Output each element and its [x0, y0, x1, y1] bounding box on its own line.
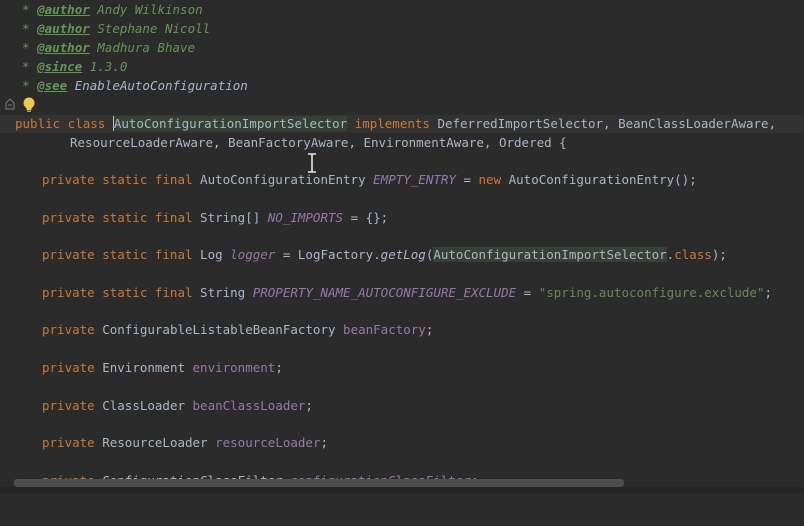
- javadoc-tag: @author: [37, 2, 90, 17]
- code-editor[interactable]: * @author Andy Wilkinson * @author Steph…: [0, 0, 804, 493]
- field-name: beanFactory: [343, 322, 426, 337]
- field-type: ClassLoader: [102, 398, 193, 413]
- modifiers: private static final: [42, 285, 201, 300]
- field-name: EMPTY_ENTRY: [373, 172, 456, 187]
- modifiers: private: [42, 322, 103, 337]
- javadoc-text: 1.3.0: [82, 59, 128, 74]
- code-punct: ;: [425, 322, 434, 337]
- javadoc-line: * @since 1.3.0: [22, 59, 128, 74]
- fold-icon[interactable]: [5, 98, 15, 110]
- code-punct: ;: [320, 435, 328, 450]
- field-type: ResourceLoader: [102, 435, 216, 450]
- modifiers: private static final: [42, 247, 201, 262]
- javadoc-line: * @author Stephane Nicoll: [22, 21, 211, 36]
- keyword-class: class: [674, 247, 712, 262]
- field-type: AutoConfigurationEntry: [200, 172, 374, 187]
- code-punct: ;: [305, 398, 313, 413]
- class-declaration-line-2: ResourceLoaderAware, BeanFactoryAware, E…: [0, 134, 567, 152]
- field-declaration: private static final String[] NO_IMPORTS…: [0, 209, 388, 227]
- javadoc-text: Madhura Bhave: [89, 40, 196, 55]
- class-declaration-line: public class AutoConfigurationImportSele…: [0, 115, 804, 133]
- javadoc-text: Stephane Nicoll: [89, 21, 211, 36]
- code-punct: = {};: [343, 210, 389, 225]
- field-name: logger: [230, 247, 276, 262]
- field-name: NO_IMPORTS: [267, 210, 344, 225]
- code-punct: AutoConfigurationEntry();: [501, 172, 697, 187]
- field-declaration: private static final String PROPERTY_NAM…: [0, 284, 772, 302]
- keyword-implements: implements: [347, 116, 438, 131]
- code-punct: = LogFactory.: [275, 247, 381, 262]
- javadoc-text: Andy Wilkinson: [89, 2, 203, 17]
- javadoc-tag: @author: [37, 40, 90, 55]
- keyword-public-class: public class: [15, 116, 113, 131]
- javadoc-tag: @see: [37, 78, 68, 93]
- field-name: environment: [192, 360, 276, 375]
- class-reference-highlight: AutoConfigurationImportSelector: [433, 247, 667, 262]
- interface-list: DeferredImportSelector, BeanClassLoaderA…: [437, 116, 777, 131]
- javadoc-link[interactable]: EnableAutoConfiguration: [75, 78, 248, 93]
- keyword-new: new: [478, 172, 502, 187]
- code-punct: ;: [764, 285, 773, 300]
- field-name: PROPERTY_NAME_AUTOCONFIGURE_EXCLUDE: [252, 285, 517, 300]
- modifiers: private: [42, 398, 103, 413]
- code-punct: ;: [275, 360, 283, 375]
- horizontal-scrollbar[interactable]: [14, 479, 624, 487]
- class-name[interactable]: AutoConfigurationImportSelector: [113, 116, 348, 131]
- field-name: resourceLoader: [215, 435, 321, 450]
- modifiers: private: [42, 360, 103, 375]
- code-punct: );: [711, 247, 727, 262]
- field-type: ConfigurableListableBeanFactory: [102, 322, 344, 337]
- field-type: String: [200, 285, 253, 300]
- modifiers: private static final: [42, 210, 201, 225]
- javadoc-line: * @author Andy Wilkinson: [22, 2, 203, 17]
- field-type: Log: [200, 247, 231, 262]
- code-punct: =: [516, 285, 539, 300]
- javadoc-line: * @author Madhura Bhave: [22, 40, 196, 55]
- javadoc-tag: @author: [37, 21, 90, 36]
- field-declaration: private Environment environment;: [0, 359, 283, 377]
- string-literal: "spring.autoconfigure.exclude": [538, 285, 765, 300]
- modifiers: private static final: [42, 172, 201, 187]
- interface-list-continued: ResourceLoaderAware, BeanFactoryAware, E…: [70, 135, 567, 150]
- field-declaration: private ResourceLoader resourceLoader;: [0, 434, 328, 452]
- editor-bottom-edge: [0, 487, 804, 493]
- field-name: beanClassLoader: [192, 398, 306, 413]
- field-type: Environment: [102, 360, 193, 375]
- javadoc-tag: @since: [37, 59, 83, 74]
- javadoc-line: * @see EnableAutoConfiguration: [22, 78, 248, 93]
- field-declaration: private ClassLoader beanClassLoader;: [0, 397, 313, 415]
- field-declaration: private static final Log logger = LogFac…: [0, 246, 727, 264]
- method-call: getLog: [380, 247, 426, 262]
- lightbulb-icon[interactable]: [21, 96, 37, 114]
- field-declaration: private ConfigurableListableBeanFactory …: [0, 321, 433, 339]
- field-type: String[]: [200, 210, 268, 225]
- code-punct: =: [455, 172, 479, 187]
- text-cursor-icon: [308, 153, 316, 173]
- modifiers: private: [42, 435, 103, 450]
- field-declaration: private static final AutoConfigurationEn…: [0, 171, 697, 189]
